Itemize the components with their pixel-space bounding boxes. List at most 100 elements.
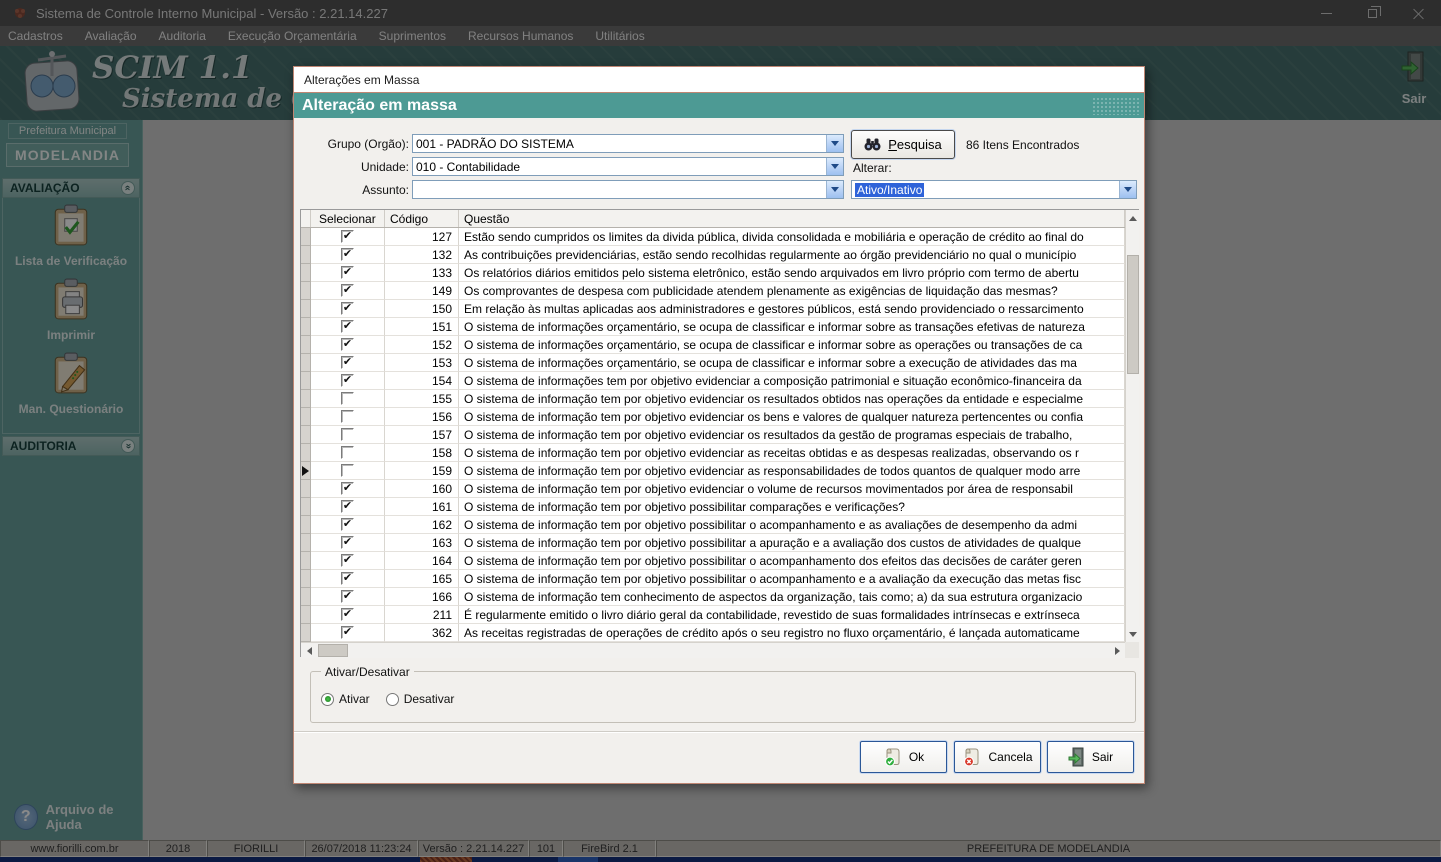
row-checkbox[interactable] xyxy=(341,482,354,495)
table-row[interactable]: 150Em relação às multas aplicadas aos ad… xyxy=(301,300,1125,318)
table-row[interactable]: 211É regularmente emitido o livro diário… xyxy=(301,606,1125,624)
codigo-cell: 149 xyxy=(385,282,459,300)
table-row[interactable]: 152O sistema de informações orçamentário… xyxy=(301,336,1125,354)
table-row[interactable]: 151O sistema de informações orçamentário… xyxy=(301,318,1125,336)
button-separator xyxy=(294,731,1144,733)
ok-button[interactable]: Ok xyxy=(860,741,947,773)
questao-column-header: Questão xyxy=(459,210,1125,227)
row-indicator-cell xyxy=(301,228,311,246)
row-indicator-cell xyxy=(301,516,311,534)
horizontal-scroll-thumb[interactable] xyxy=(318,644,348,657)
table-row[interactable]: 155O sistema de informação tem por objet… xyxy=(301,390,1125,408)
codigo-cell: 127 xyxy=(385,228,459,246)
grupo-label: Grupo (Orgão): xyxy=(297,137,409,151)
current-row-arrow-icon xyxy=(302,466,309,476)
table-row[interactable]: 166O sistema de informação tem conhecime… xyxy=(301,588,1125,606)
questao-cell: As receitas registradas de operações de … xyxy=(459,624,1125,642)
assunto-combobox[interactable] xyxy=(412,180,844,199)
table-row[interactable]: 154O sistema de informações tem por obje… xyxy=(301,372,1125,390)
row-indicator-cell xyxy=(301,552,311,570)
row-checkbox[interactable] xyxy=(341,590,354,603)
table-row[interactable]: 164O sistema de informação tem por objet… xyxy=(301,552,1125,570)
row-checkbox[interactable] xyxy=(341,248,354,261)
selecionar-cell xyxy=(311,516,385,534)
table-row[interactable]: 156O sistema de informação tem por objet… xyxy=(301,408,1125,426)
selecionar-cell xyxy=(311,552,385,570)
codigo-cell: 163 xyxy=(385,534,459,552)
table-row[interactable]: 158O sistema de informação tem por objet… xyxy=(301,444,1125,462)
row-indicator-cell xyxy=(301,462,311,480)
scroll-right-icon[interactable] xyxy=(1109,643,1125,658)
questao-cell: O sistema de informação tem por objetivo… xyxy=(459,516,1125,534)
row-checkbox[interactable] xyxy=(341,554,354,567)
table-row[interactable]: 159O sistema de informação tem por objet… xyxy=(301,462,1125,480)
scroll-down-icon[interactable] xyxy=(1126,626,1140,642)
codigo-cell: 133 xyxy=(385,264,459,282)
row-checkbox[interactable] xyxy=(341,374,354,387)
table-row[interactable]: 157O sistema de informação tem por objet… xyxy=(301,426,1125,444)
row-checkbox[interactable] xyxy=(341,284,354,297)
questao-cell: O sistema de informação tem por objetivo… xyxy=(459,462,1125,480)
radio-desativar[interactable]: Desativar xyxy=(386,692,455,706)
row-indicator-cell xyxy=(301,498,311,516)
row-checkbox[interactable] xyxy=(341,626,354,639)
pesquisa-button[interactable]: Pesquisa xyxy=(851,130,955,159)
row-checkbox[interactable] xyxy=(341,392,354,405)
chevron-down-icon[interactable] xyxy=(826,135,843,152)
table-row[interactable]: 133Os relatórios diários emitidos pelo s… xyxy=(301,264,1125,282)
horizontal-scrollbar[interactable] xyxy=(301,642,1125,658)
questao-cell: O sistema de informações orçamentário, s… xyxy=(459,318,1125,336)
row-checkbox[interactable] xyxy=(341,320,354,333)
cancel-button[interactable]: Cancela xyxy=(954,741,1041,773)
row-checkbox[interactable] xyxy=(341,518,354,531)
table-row[interactable]: 153O sistema de informações orçamentário… xyxy=(301,354,1125,372)
questao-cell: O sistema de informações orçamentário, s… xyxy=(459,354,1125,372)
selecionar-cell xyxy=(311,372,385,390)
selecionar-column-header: Selecionar xyxy=(311,210,385,227)
row-checkbox[interactable] xyxy=(341,446,354,459)
selecionar-cell xyxy=(311,336,385,354)
exit-button[interactable]: Sair xyxy=(1047,741,1134,773)
unidade-combobox[interactable]: 010 - Contabilidade xyxy=(412,157,844,176)
questao-cell: O sistema de informação tem por objetivo… xyxy=(459,534,1125,552)
chevron-down-icon[interactable] xyxy=(1119,181,1136,198)
table-row[interactable]: 149Os comprovantes de despesa com public… xyxy=(301,282,1125,300)
scroll-left-icon[interactable] xyxy=(301,643,317,658)
row-checkbox[interactable] xyxy=(341,464,354,477)
selecionar-cell xyxy=(311,264,385,282)
table-row[interactable]: 362As receitas registradas de operações … xyxy=(301,624,1125,642)
radio-ativar[interactable]: Ativar xyxy=(321,692,370,706)
scroll-check-icon xyxy=(883,747,903,767)
row-checkbox[interactable] xyxy=(341,410,354,423)
row-checkbox[interactable] xyxy=(341,356,354,369)
row-checkbox[interactable] xyxy=(341,230,354,243)
table-row[interactable]: 160O sistema de informação tem por objet… xyxy=(301,480,1125,498)
grupo-combobox[interactable]: 001 - PADRÃO DO SISTEMA xyxy=(412,134,844,153)
row-checkbox[interactable] xyxy=(341,428,354,441)
questao-cell: O sistema de informação tem por objetivo… xyxy=(459,444,1125,462)
row-checkbox[interactable] xyxy=(341,302,354,315)
radio-selected-icon xyxy=(321,693,334,706)
chevron-down-icon[interactable] xyxy=(826,181,843,198)
vertical-scroll-thumb[interactable] xyxy=(1127,255,1139,374)
table-row[interactable]: 162O sistema de informação tem por objet… xyxy=(301,516,1125,534)
row-checkbox[interactable] xyxy=(341,608,354,621)
table-row[interactable]: 165O sistema de informação tem por objet… xyxy=(301,570,1125,588)
row-checkbox[interactable] xyxy=(341,338,354,351)
questao-cell: O sistema de informação tem por objetivo… xyxy=(459,408,1125,426)
row-checkbox[interactable] xyxy=(341,500,354,513)
alterar-selected-value: Ativo/Inativo xyxy=(855,183,924,197)
radio-unselected-icon xyxy=(386,693,399,706)
row-checkbox[interactable] xyxy=(341,266,354,279)
table-row[interactable]: 127Estão sendo cumpridos os limites da d… xyxy=(301,228,1125,246)
table-row[interactable]: 161O sistema de informação tem por objet… xyxy=(301,498,1125,516)
codigo-cell: 162 xyxy=(385,516,459,534)
vertical-scrollbar[interactable] xyxy=(1125,210,1139,642)
scroll-up-icon[interactable] xyxy=(1126,210,1140,226)
chevron-down-icon[interactable] xyxy=(826,158,843,175)
table-row[interactable]: 132As contribuições previdenciárias, est… xyxy=(301,246,1125,264)
alterar-combobox[interactable]: Ativo/Inativo xyxy=(851,180,1137,199)
table-row[interactable]: 163O sistema de informação tem por objet… xyxy=(301,534,1125,552)
row-checkbox[interactable] xyxy=(341,536,354,549)
row-checkbox[interactable] xyxy=(341,572,354,585)
